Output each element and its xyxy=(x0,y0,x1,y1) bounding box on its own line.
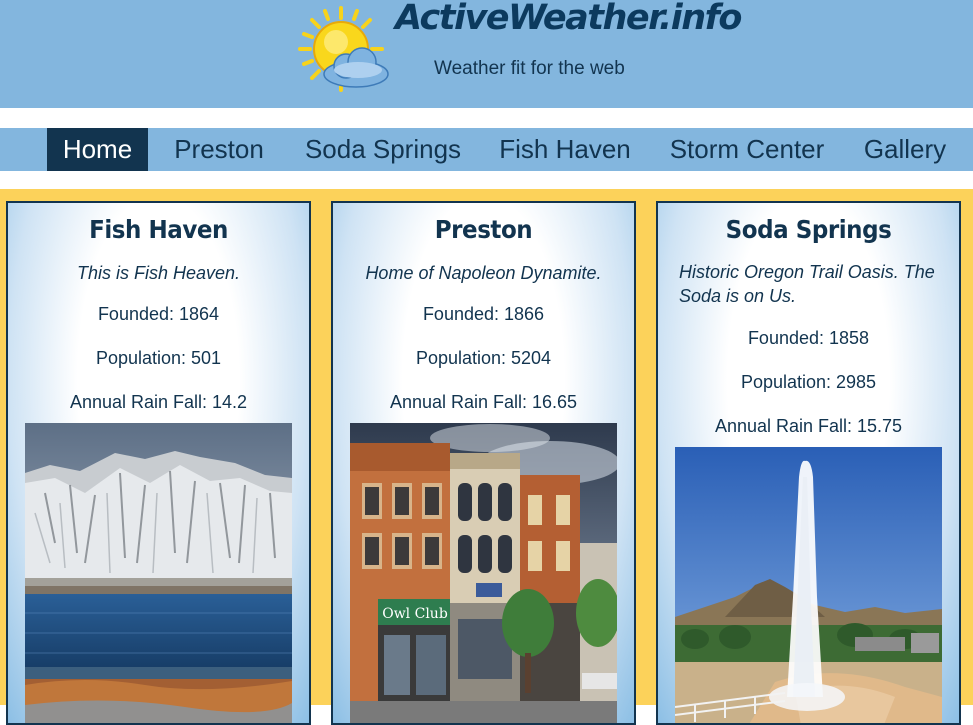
town-population: Population: 501 xyxy=(95,348,222,368)
town-name: Soda Springs xyxy=(725,215,892,244)
town-rainfall: Annual Rain Fall: 15.75 xyxy=(714,416,903,436)
nav-item-gallery[interactable]: Gallery xyxy=(857,128,953,171)
nav-item-soda-springs[interactable]: Soda Springs xyxy=(298,128,468,171)
town-tagline: Historic Oregon Trail Oasis. The Soda is… xyxy=(679,262,935,306)
nav-item-home[interactable]: Home xyxy=(47,128,148,171)
town-name: Preston xyxy=(434,215,533,244)
main-street-buildings-photo[interactable]: Owl Club xyxy=(350,423,617,723)
site-header: ActiveWeather.info Weather fit for the w… xyxy=(0,0,973,108)
owl-club-sign: Owl Club xyxy=(382,606,448,622)
main-nav: Home Preston Soda Springs Fish Haven Sto… xyxy=(0,128,973,171)
town-founded: Founded: 1864 xyxy=(97,304,220,324)
towns-section: Fish Haven This is Fish Heaven. Founded:… xyxy=(0,189,973,725)
town-population: Population: 5204 xyxy=(415,348,552,368)
nav-item-preston[interactable]: Preston xyxy=(166,128,272,171)
site-title[interactable]: ActiveWeather.info xyxy=(395,0,742,38)
site-subtitle: Weather fit for the web xyxy=(434,58,625,79)
town-founded: Founded: 1866 xyxy=(422,304,545,324)
snowy-mountains-lake-photo[interactable] xyxy=(25,423,292,723)
nav-item-fish-haven[interactable]: Fish Haven xyxy=(493,128,637,171)
town-name: Fish Haven xyxy=(89,215,228,244)
geyser-fountain-photo[interactable] xyxy=(675,447,942,723)
sun-behind-cloud-icon[interactable] xyxy=(296,4,396,94)
town-rainfall: Annual Rain Fall: 16.65 xyxy=(389,392,578,412)
town-card-preston: Preston Home of Napoleon Dynamite. Found… xyxy=(331,201,636,725)
town-population: Population: 2985 xyxy=(740,372,877,392)
town-tagline: Home of Napoleon Dynamite. xyxy=(365,263,602,283)
town-card-soda-springs: Soda Springs Historic Oregon Trail Oasis… xyxy=(656,201,961,725)
town-rainfall: Annual Rain Fall: 14.2 xyxy=(69,392,248,412)
town-card-fish-haven: Fish Haven This is Fish Heaven. Founded:… xyxy=(6,201,311,725)
town-tagline: This is Fish Heaven. xyxy=(76,263,241,283)
town-founded: Founded: 1858 xyxy=(747,328,870,348)
nav-item-storm-center[interactable]: Storm Center xyxy=(661,128,833,171)
